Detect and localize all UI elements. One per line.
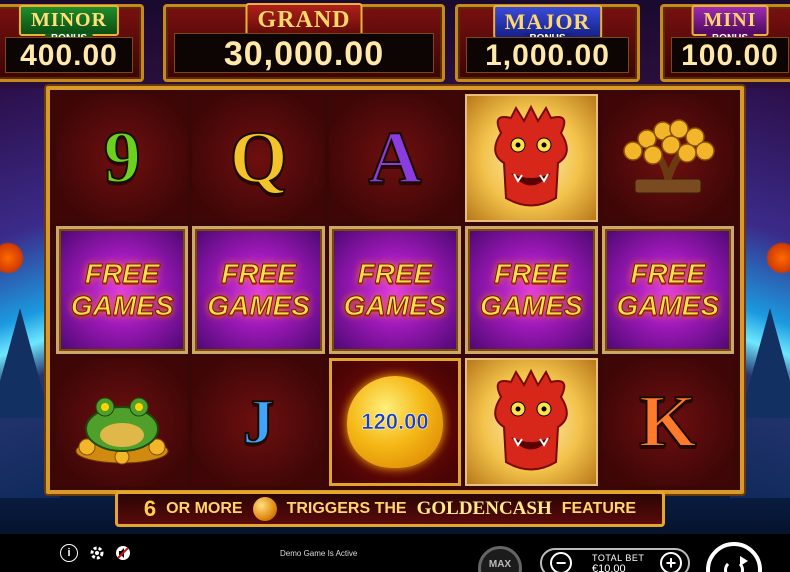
money-tree-icon bbox=[601, 94, 734, 222]
free-games-line2: GAMES bbox=[70, 290, 174, 322]
jackpot-major-value: 1,000.00 bbox=[466, 37, 629, 73]
free-games-symbol: FREE GAMES bbox=[56, 226, 189, 354]
jackpot-grand: GRAND 30,000.00 bbox=[163, 3, 445, 82]
jackpot-major: MAJOR BONUS 1,000.00 bbox=[455, 4, 640, 82]
free-games-line2: GAMES bbox=[616, 290, 720, 322]
total-bet-label: TOTAL BET bbox=[592, 553, 645, 563]
jackpot-minor: MINOR BONUS 400.00 bbox=[0, 4, 144, 82]
demo-status: Demo Game Is Active bbox=[280, 549, 358, 558]
free-games-line2: GAMES bbox=[207, 290, 311, 322]
jackpot-mini: MINI BONUS 100.00 bbox=[660, 4, 790, 82]
gold-orb-icon bbox=[252, 497, 277, 521]
total-bet-control: − TOTAL BET €10.00 + bbox=[540, 548, 690, 572]
control-bar: i Demo Game Is Active MAX − TOTAL BET €1… bbox=[0, 534, 790, 572]
free-games-line1: FREE bbox=[630, 258, 706, 290]
game-stage: MINOR BONUS 400.00 GRAND 30,000.00 MAJOR… bbox=[0, 0, 790, 572]
jackpot-mini-title: MINI bbox=[691, 5, 769, 36]
golden-peach-coin-icon: 120.00 bbox=[328, 358, 462, 486]
banner-or-more: OR MORE bbox=[166, 500, 243, 517]
free-games-line1: FREE bbox=[221, 258, 297, 290]
symbol-a: A bbox=[367, 117, 422, 199]
free-games-symbol: FREE GAMES bbox=[328, 226, 462, 354]
jackpot-grand-value: 30,000.00 bbox=[174, 33, 434, 73]
free-games-line1: FREE bbox=[84, 258, 160, 290]
spin-button[interactable] bbox=[706, 542, 762, 572]
symbol-cell: Q bbox=[192, 94, 325, 222]
symbol-k: K bbox=[638, 381, 698, 463]
free-games-symbol: FREE GAMES bbox=[192, 226, 325, 354]
sound-muted-icon[interactable] bbox=[114, 544, 132, 562]
jackpot-minor-title: MINOR bbox=[18, 5, 120, 36]
gear-icon[interactable] bbox=[88, 544, 106, 562]
symbol-cell: K bbox=[601, 358, 734, 486]
increase-bet-button[interactable]: + bbox=[660, 552, 682, 572]
banner-triggers: TRIGGERS THE bbox=[286, 500, 407, 517]
max-bet-button[interactable]: MAX bbox=[478, 546, 522, 572]
free-games-symbol: FREE GAMES bbox=[601, 226, 734, 354]
symbol-j: J bbox=[242, 386, 276, 457]
golden-toad-icon bbox=[56, 358, 189, 486]
reel-area[interactable]: 9 Q A FREE GAMES FREE GAMES FREE GAMES F… bbox=[46, 86, 744, 494]
free-games-line2: GAMES bbox=[480, 290, 584, 322]
feature-banner: 6 OR MORE TRIGGERS THE GOLDENCASH FEATUR… bbox=[115, 491, 665, 527]
spin-arrowhead-icon bbox=[740, 556, 748, 566]
banner-count: 6 bbox=[143, 496, 157, 521]
jackpot-minor-value: 400.00 bbox=[5, 37, 133, 73]
free-games-line2: GAMES bbox=[343, 290, 447, 322]
free-games-line1: FREE bbox=[357, 258, 433, 290]
info-icon[interactable]: i bbox=[60, 544, 78, 562]
decrease-bet-button[interactable]: − bbox=[550, 552, 572, 572]
peach-coin: 120.00 bbox=[346, 376, 443, 468]
reel-grid: 9 Q A FREE GAMES FREE GAMES FREE GAMES F… bbox=[56, 94, 734, 486]
banner-feature: FEATURE bbox=[561, 500, 637, 517]
symbol-cell: J bbox=[192, 358, 325, 486]
free-games-line1: FREE bbox=[494, 258, 570, 290]
dragon-icon bbox=[465, 358, 598, 486]
coin-value: 120.00 bbox=[361, 409, 429, 435]
dragon-icon bbox=[465, 94, 598, 222]
symbol-q: Q bbox=[229, 117, 289, 199]
banner-feature-name: GOLDENCASH bbox=[416, 498, 552, 519]
total-bet-value: €10.00 bbox=[592, 563, 626, 572]
jackpot-mini-value: 100.00 bbox=[671, 37, 789, 73]
free-games-symbol: FREE GAMES bbox=[465, 226, 598, 354]
symbol-9: 9 bbox=[103, 117, 142, 199]
symbol-cell: 9 bbox=[56, 94, 189, 222]
symbol-cell: A bbox=[328, 94, 462, 222]
